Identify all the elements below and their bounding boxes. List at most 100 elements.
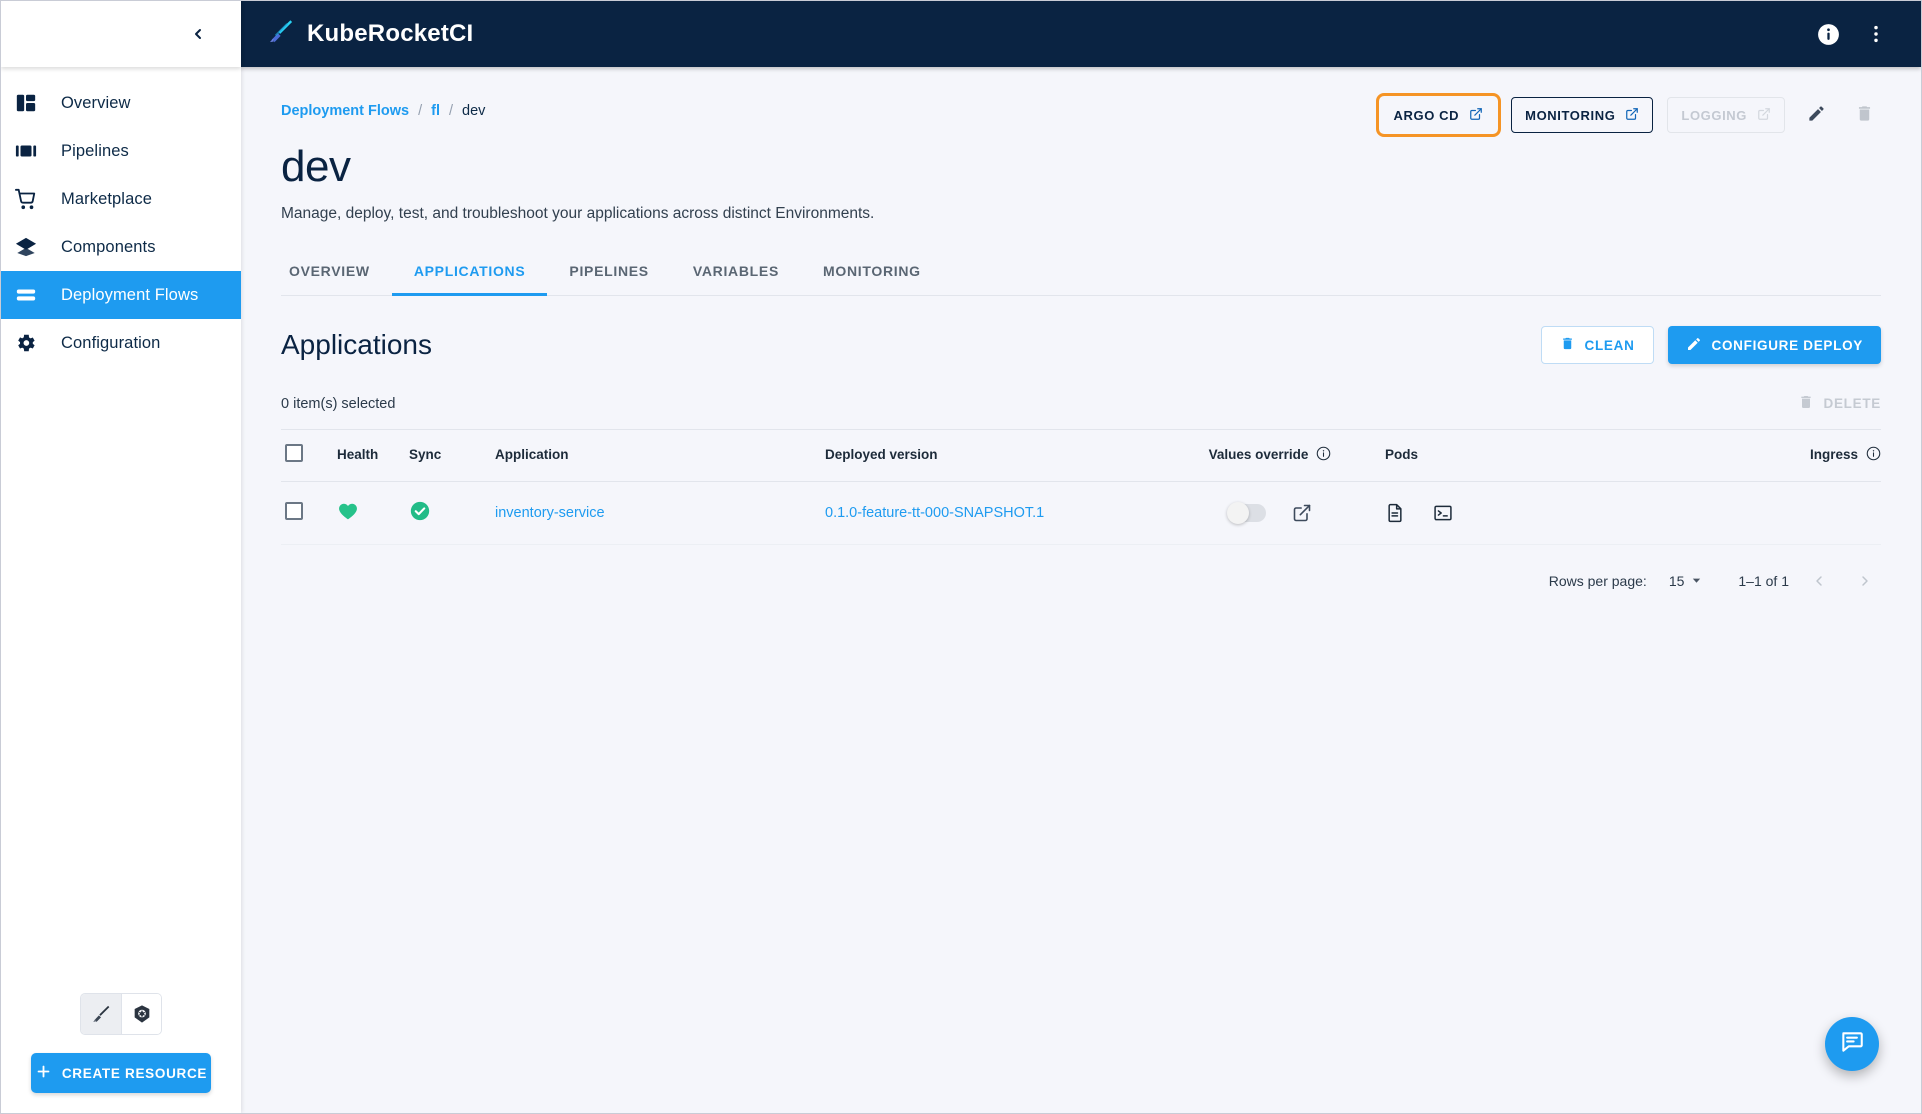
th-application: Application xyxy=(495,429,825,483)
sidebar-item-deployment-flows[interactable]: Deployment Flows xyxy=(1,271,241,319)
sidebar-item-overview[interactable]: Overview xyxy=(1,79,241,127)
sidebar-nav: Overview Pipelines Marketplace Component… xyxy=(1,67,241,993)
view-mode-toggle-group xyxy=(80,993,162,1035)
app-title: KubeRocketCI xyxy=(307,20,474,47)
chevron-left-icon[interactable] xyxy=(183,19,213,49)
gear-icon xyxy=(13,330,39,356)
chat-fab-button[interactable] xyxy=(1825,1017,1879,1071)
sidebar-item-configuration[interactable]: Configuration xyxy=(1,319,241,367)
applications-section-header: Applications CLEAN CONFIGURE DEPLOY xyxy=(281,326,1881,365)
th-pods: Pods xyxy=(1385,429,1585,483)
row-values-override-cell xyxy=(1155,481,1385,546)
clean-label: CLEAN xyxy=(1584,337,1635,353)
clean-button[interactable]: CLEAN xyxy=(1540,326,1654,365)
tab-pipelines[interactable]: PIPELINES xyxy=(547,253,670,296)
plus-icon xyxy=(35,1063,52,1083)
heart-icon[interactable] xyxy=(337,504,359,526)
trash-icon xyxy=(1855,104,1874,126)
document-icon[interactable] xyxy=(1385,503,1405,523)
table-body: inventory-service 0.1.0-feature-tt-000-S… xyxy=(281,481,1881,546)
th-sync: Sync xyxy=(409,429,495,483)
trash-icon xyxy=(1560,336,1575,354)
cart-icon xyxy=(13,186,39,212)
layers-icon xyxy=(13,234,39,260)
info-icon[interactable] xyxy=(1866,446,1881,464)
configure-deploy-button[interactable]: CONFIGURE DEPLOY xyxy=(1667,326,1881,365)
pipelines-icon xyxy=(13,138,39,164)
content-area: Deployment Flows / fl / dev ARGO CD MONI… xyxy=(241,67,1921,1113)
check-circle-icon[interactable] xyxy=(409,502,431,526)
tab-monitoring[interactable]: MONITORING xyxy=(801,253,943,296)
pencil-icon xyxy=(1686,336,1702,355)
tab-bar: OVERVIEW APPLICATIONS PIPELINES VARIABLE… xyxy=(281,253,1881,297)
sidebar-item-marketplace[interactable]: Marketplace xyxy=(1,175,241,223)
breadcrumb-item-fl[interactable]: fl xyxy=(431,103,440,119)
header-action-buttons: ARGO CD MONITORING LOGGING xyxy=(1375,93,1881,137)
argo-cd-button[interactable]: ARGO CD xyxy=(1375,93,1502,137)
external-link-icon xyxy=(1625,107,1639,124)
external-link-icon xyxy=(1757,107,1771,124)
select-all-checkbox[interactable] xyxy=(285,444,303,463)
th-select-all xyxy=(281,429,337,483)
configure-deploy-label: CONFIGURE DEPLOY xyxy=(1711,337,1863,353)
applications-title: Applications xyxy=(281,329,432,361)
chevron-down-icon xyxy=(1691,573,1702,589)
tab-variables[interactable]: VARIABLES xyxy=(671,253,801,296)
application-link[interactable]: inventory-service xyxy=(495,505,605,521)
top-header-bar: KubeRocketCI xyxy=(241,1,1921,67)
sidebar-item-components[interactable]: Components xyxy=(1,223,241,271)
create-resource-button[interactable]: CREATE RESOURCE xyxy=(31,1053,211,1093)
terminal-icon[interactable] xyxy=(1433,503,1453,523)
row-sync-cell xyxy=(409,481,495,546)
th-health: Health xyxy=(337,429,409,483)
th-deployed-version: Deployed version xyxy=(825,429,1155,483)
breadcrumb-row: Deployment Flows / fl / dev ARGO CD MONI… xyxy=(281,67,1881,137)
logging-label: LOGGING xyxy=(1681,107,1747,123)
pagination-prev-button[interactable] xyxy=(1803,565,1835,597)
delete-button[interactable] xyxy=(1847,98,1881,132)
row-checkbox[interactable] xyxy=(285,502,303,521)
info-icon[interactable] xyxy=(1316,446,1331,464)
applications-actions: CLEAN CONFIGURE DEPLOY xyxy=(1540,326,1881,365)
info-icon[interactable] xyxy=(1811,17,1845,51)
monitoring-button[interactable]: MONITORING xyxy=(1511,97,1654,133)
deployment-flows-icon xyxy=(13,282,39,308)
pagination-next-button[interactable] xyxy=(1849,565,1881,597)
page-title: dev xyxy=(281,142,351,191)
rows-per-page-select[interactable]: 15 xyxy=(1661,573,1703,589)
bulk-delete-button: DELETE xyxy=(1798,394,1881,413)
sidebar-item-pipelines[interactable]: Pipelines xyxy=(1,127,241,175)
breadcrumb-item-deployment-flows[interactable]: Deployment Flows xyxy=(281,103,409,119)
sidebar: Overview Pipelines Marketplace Component… xyxy=(1,1,241,1113)
kubernetes-icon[interactable] xyxy=(121,994,161,1034)
dashboard-icon xyxy=(13,90,39,116)
table-header-row: Health Sync Application Deployed version… xyxy=(281,429,1881,483)
breadcrumb-separator: / xyxy=(418,103,423,119)
edit-button[interactable] xyxy=(1799,98,1833,132)
deployed-version-link[interactable]: 0.1.0-feature-tt-000-SNAPSHOT.1 xyxy=(825,505,1044,521)
sidebar-header xyxy=(1,1,241,67)
pagination: Rows per page: 15 1–1 of 1 xyxy=(281,545,1881,597)
krci-rocket-icon xyxy=(267,18,294,50)
external-link-icon[interactable] xyxy=(1292,503,1312,523)
th-ingress-label: Ingress xyxy=(1809,447,1858,463)
brand[interactable]: KubeRocketCI xyxy=(267,18,473,50)
bulk-delete-label: DELETE xyxy=(1823,396,1881,412)
sidebar-item-label: Marketplace xyxy=(61,189,152,208)
main-area: KubeRocketCI Deployment Flows / fl / dev xyxy=(241,1,1921,1113)
th-values-override: Values override xyxy=(1155,429,1385,483)
tab-applications[interactable]: APPLICATIONS xyxy=(391,253,548,297)
row-version-cell: 0.1.0-feature-tt-000-SNAPSHOT.1 xyxy=(825,481,1155,546)
breadcrumb-item-current: dev xyxy=(462,103,486,119)
krci-rocket-icon[interactable] xyxy=(81,994,121,1034)
tab-overview[interactable]: OVERVIEW xyxy=(281,253,392,296)
rows-per-page-value: 15 xyxy=(1668,573,1685,590)
values-override-toggle[interactable] xyxy=(1227,502,1266,525)
th-ingress: Ingress xyxy=(1585,429,1881,483)
row-select-cell xyxy=(281,481,337,546)
th-values-override-label: Values override xyxy=(1208,447,1309,463)
more-vertical-icon[interactable] xyxy=(1859,17,1893,51)
row-application-cell: inventory-service xyxy=(495,481,825,546)
table-head: Health Sync Application Deployed version… xyxy=(281,429,1881,483)
logging-button: LOGGING xyxy=(1667,97,1785,133)
